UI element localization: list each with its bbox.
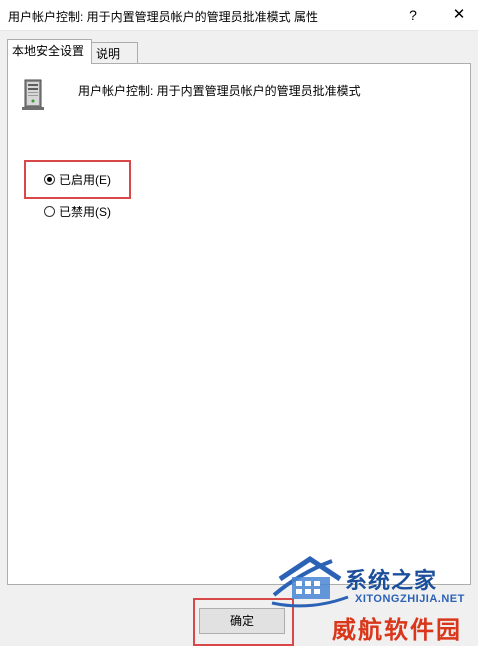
- tab-explain[interactable]: 说明: [91, 42, 138, 64]
- disabled-radio-option[interactable]: 已禁用(S): [44, 203, 111, 221]
- policy-name: 用户帐户控制: 用于内置管理员帐户的管理员批准模式: [78, 84, 361, 98]
- close-button[interactable]: ✕: [442, 0, 476, 30]
- watermark-logo-icon: [271, 555, 349, 608]
- disabled-radio-label: 已禁用(S): [59, 205, 111, 219]
- watermark-red-text: 威航软件园: [332, 615, 462, 644]
- title-bar: 用户帐户控制: 用于内置管理员帐户的管理员批准模式 属性 ? ✕: [0, 0, 478, 31]
- tab-panel: 用户帐户控制: 用于内置管理员帐户的管理员批准模式 已启用(E) 已禁用(S): [7, 63, 471, 585]
- disabled-radio-button[interactable]: [44, 206, 55, 217]
- tab-local-security-setting[interactable]: 本地安全设置: [7, 39, 92, 64]
- enabled-option-highlight-box: [24, 160, 131, 199]
- watermark-domain-text: XITONGZHIJIA.NET: [355, 593, 465, 605]
- server-computer-icon: [22, 79, 44, 110]
- window-title: 用户帐户控制: 用于内置管理员帐户的管理员批准模式 属性: [8, 10, 319, 24]
- help-button[interactable]: ?: [398, 0, 428, 30]
- watermark-brand-text: 系统之家: [345, 568, 438, 594]
